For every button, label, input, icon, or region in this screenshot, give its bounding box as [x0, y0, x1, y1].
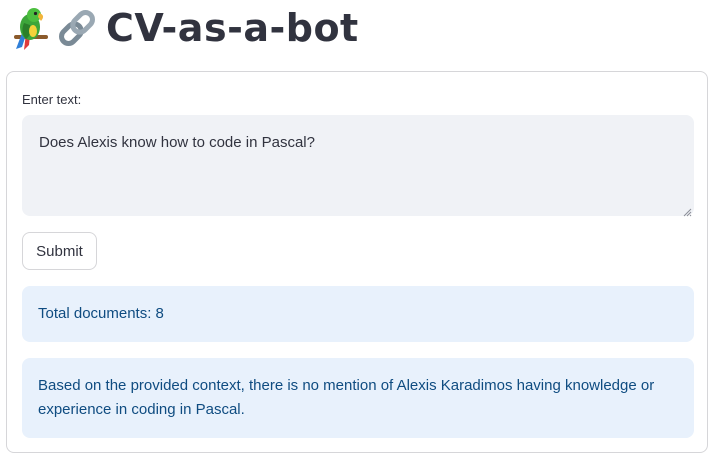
- document-count-text: Total documents: 8: [38, 305, 164, 322]
- query-textarea[interactable]: Does Alexis know how to code in Pascal?: [22, 115, 694, 216]
- answer-alert: Based on the provided context, there is …: [22, 358, 694, 438]
- answer-text: Based on the provided context, there is …: [38, 377, 655, 418]
- link-icon: [54, 5, 96, 51]
- parrot-icon: [8, 5, 50, 51]
- resize-handle-icon[interactable]: [682, 204, 692, 217]
- input-label: Enter text:: [22, 92, 82, 107]
- submit-button[interactable]: Submit: [22, 232, 97, 270]
- document-count-alert: Total documents: 8: [22, 286, 694, 342]
- app-header: CV-as-a-bot: [8, 2, 359, 54]
- page-title: CV-as-a-bot: [106, 6, 359, 50]
- query-form: Enter text: Does Alexis know how to code…: [6, 71, 708, 453]
